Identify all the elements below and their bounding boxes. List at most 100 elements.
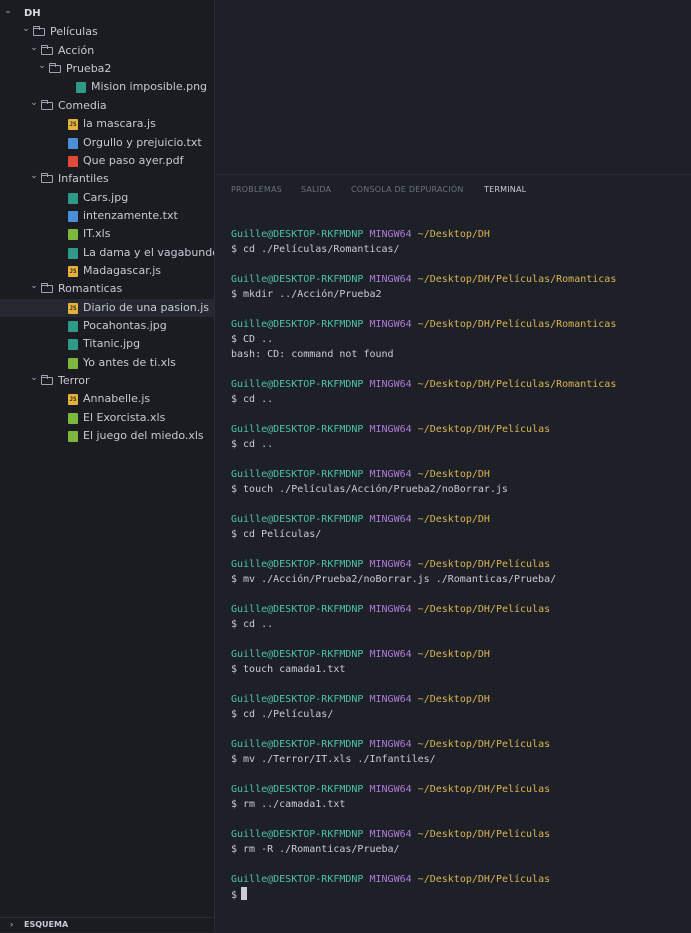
terminal-command: $ CD .. — [231, 332, 273, 347]
file-item[interactable]: Orgullo y prejuicio.txt — [0, 134, 214, 152]
js-file-icon: JS — [68, 265, 78, 277]
item-label: Terror — [58, 374, 90, 387]
command-text: $ cd Películas/ — [231, 529, 322, 540]
item-label: Prueba2 — [66, 62, 112, 76]
prompt-user: Guille@DESKTOP-RKFMDNP — [231, 274, 364, 285]
folder-open-icon — [41, 99, 53, 110]
bottom-panel: PROBLEMAS SALIDA CONSOLA DE DEPURACIÓN TERM… — [215, 174, 691, 933]
file-item[interactable]: Titanic.jpg — [0, 335, 214, 353]
chevron-down-icon: ⌄ — [22, 24, 30, 35]
image-file-icon — [68, 192, 78, 204]
terminal-command: $ cd .. — [231, 392, 273, 407]
file-item[interactable]: JS la mascara.js — [0, 115, 214, 133]
panel-tab-problemas[interactable]: PROBLEMAS — [231, 185, 282, 194]
prompt-user: Guille@DESKTOP-RKFMDNP — [231, 229, 364, 240]
prompt-path: ~/Desktop/DH/Películas — [417, 739, 551, 750]
spreadsheet-file-icon — [68, 412, 78, 424]
js-file-icon: JS — [68, 302, 78, 314]
prompt-user: Guille@DESKTOP-RKFMDNP — [231, 829, 364, 840]
prompt-path: ~/Desktop/DH/Películas — [417, 784, 551, 795]
folder-item[interactable]: ⌄ Prueba2 — [0, 60, 214, 78]
chevron-down-icon: ⌄ — [30, 171, 38, 182]
file-item[interactable]: JS Diario de una pasion.js — [0, 298, 214, 317]
prompt-system: MINGW64 — [369, 829, 412, 840]
prompt-path: ~/Desktop/DH — [417, 649, 490, 660]
item-label: El Exorcista.xls — [83, 410, 166, 424]
command-text: $ mkdir ../Acción/Prueba2 — [231, 289, 382, 300]
prompt-path: ~/Desktop/DH — [417, 469, 490, 480]
prompt-system: MINGW64 — [369, 514, 412, 525]
folder-open-icon — [41, 173, 53, 184]
terminal-prompt: Guille@DESKTOP-RKFMDNP MINGW64 ~/Desktop… — [231, 512, 490, 527]
prompt-system: MINGW64 — [369, 229, 412, 240]
js-file-icon: JS — [68, 394, 78, 406]
terminal-prompt: Guille@DESKTOP-RKFMDNP MINGW64 ~/Desktop… — [231, 872, 550, 887]
terminal-command: $ — [231, 887, 248, 902]
terminal-command: $ rm ../camada1.txt — [231, 797, 345, 812]
spreadsheet-file-icon — [68, 357, 78, 369]
file-item[interactable]: Cars.jpg — [0, 189, 214, 207]
prompt-user: Guille@DESKTOP-RKFMDNP — [231, 469, 364, 480]
item-label: Infantiles — [58, 172, 109, 186]
item-label: Pocahontas.jpg — [83, 319, 167, 332]
image-file-icon — [68, 339, 78, 351]
chevron-down-icon: ⌄ — [30, 97, 38, 108]
spreadsheet-file-icon — [68, 229, 78, 241]
panel-tab-consola-de-depuración[interactable]: CONSOLA DE DEPURACIÓN — [351, 185, 464, 194]
terminal-prompt: Guille@DESKTOP-RKFMDNP MINGW64 ~/Desktop… — [231, 557, 550, 572]
terminal-prompt: Guille@DESKTOP-RKFMDNP MINGW64 ~/Desktop… — [231, 317, 616, 332]
pdf-file-icon — [68, 155, 78, 167]
terminal-entry: Guille@DESKTOP-RKFMDNP MINGW64 ~/Desktop… — [231, 422, 686, 467]
panel-tab-salida[interactable]: SALIDA — [301, 185, 331, 194]
chevron-down-icon: ⌄ — [4, 6, 12, 16]
prompt-system: MINGW64 — [369, 604, 412, 615]
terminal-command: $ touch ./Películas/Acción/Prueba2/noBor… — [231, 482, 508, 497]
prompt-path: ~/Desktop/DH/Películas/Romanticas — [417, 274, 617, 285]
folder-item[interactable]: ⌄ Acción — [0, 42, 214, 60]
item-label: Películas — [50, 25, 98, 39]
editor-area[interactable] — [215, 0, 691, 174]
folder-open-icon — [41, 44, 53, 55]
terminal-command: $ cd .. — [231, 437, 273, 452]
chevron-down-icon: ⌄ — [38, 61, 46, 72]
file-item[interactable]: El Exorcista.xls — [0, 409, 214, 427]
outline-label: ESQUEMA — [24, 920, 69, 929]
explorer-root-folder[interactable]: ⌄ DH — [0, 5, 214, 23]
terminal-command: $ cd ./Películas/Romanticas/ — [231, 242, 400, 257]
file-item[interactable]: El juego del miedo.xls — [0, 427, 214, 445]
terminal-output-line: bash: CD: command not found — [231, 349, 394, 360]
terminal-command: $ mv ./Acción/Prueba2/noBorrar.js ./Roma… — [231, 572, 556, 587]
folder-item[interactable]: ⌄ Romanticas — [0, 280, 214, 298]
terminal-prompt: Guille@DESKTOP-RKFMDNP MINGW64 ~/Desktop… — [231, 377, 616, 392]
item-label: Romanticas — [58, 282, 123, 296]
terminal-prompt: Guille@DESKTOP-RKFMDNP MINGW64 ~/Desktop… — [231, 467, 490, 482]
item-label: Annabelle.js — [83, 392, 151, 406]
command-text: $ cd ./Películas/Romanticas/ — [231, 244, 400, 255]
item-label: Yo antes de ti.xls — [83, 355, 176, 369]
folder-item[interactable]: ⌄ Infantiles — [0, 170, 214, 188]
panel-tab-terminal[interactable]: TERMINAL — [484, 185, 526, 194]
terminal-entry: Guille@DESKTOP-RKFMDNP MINGW64 ~/Desktop… — [231, 467, 686, 512]
prompt-system: MINGW64 — [369, 469, 412, 480]
folder-item[interactable]: ⌄ Terror — [0, 372, 214, 390]
prompt-path: ~/Desktop/DH — [417, 229, 490, 240]
item-label: Acción — [58, 43, 95, 57]
outline-section-header[interactable]: › ESQUEMA — [0, 917, 214, 932]
command-text: $ rm ../camada1.txt — [231, 799, 346, 810]
prompt-user: Guille@DESKTOP-RKFMDNP — [231, 694, 364, 705]
prompt-system: MINGW64 — [369, 739, 412, 750]
command-text: $ — [231, 890, 238, 901]
terminal-entry: Guille@DESKTOP-RKFMDNP MINGW64 ~/Desktop… — [231, 647, 686, 692]
image-file-icon — [68, 321, 78, 332]
folder-item[interactable]: ⌄ Comedia — [0, 97, 214, 115]
terminal-command: $ cd ./Películas/ — [231, 707, 333, 722]
file-item[interactable]: intenzamente.txt — [0, 207, 214, 225]
file-item[interactable]: JS Annabelle.js — [0, 390, 214, 408]
prompt-path: ~/Desktop/DH/Películas — [417, 559, 551, 570]
file-item[interactable]: La dama y el vagabundo.png — [0, 244, 214, 262]
file-item[interactable]: Pocahontas.jpg — [0, 317, 214, 335]
file-item[interactable]: IT.xls — [0, 225, 214, 243]
item-label: Madagascar.js — [83, 263, 161, 277]
terminal-cursor[interactable] — [241, 887, 248, 900]
prompt-path: ~/Desktop/DH/Películas/Romanticas — [417, 319, 617, 330]
